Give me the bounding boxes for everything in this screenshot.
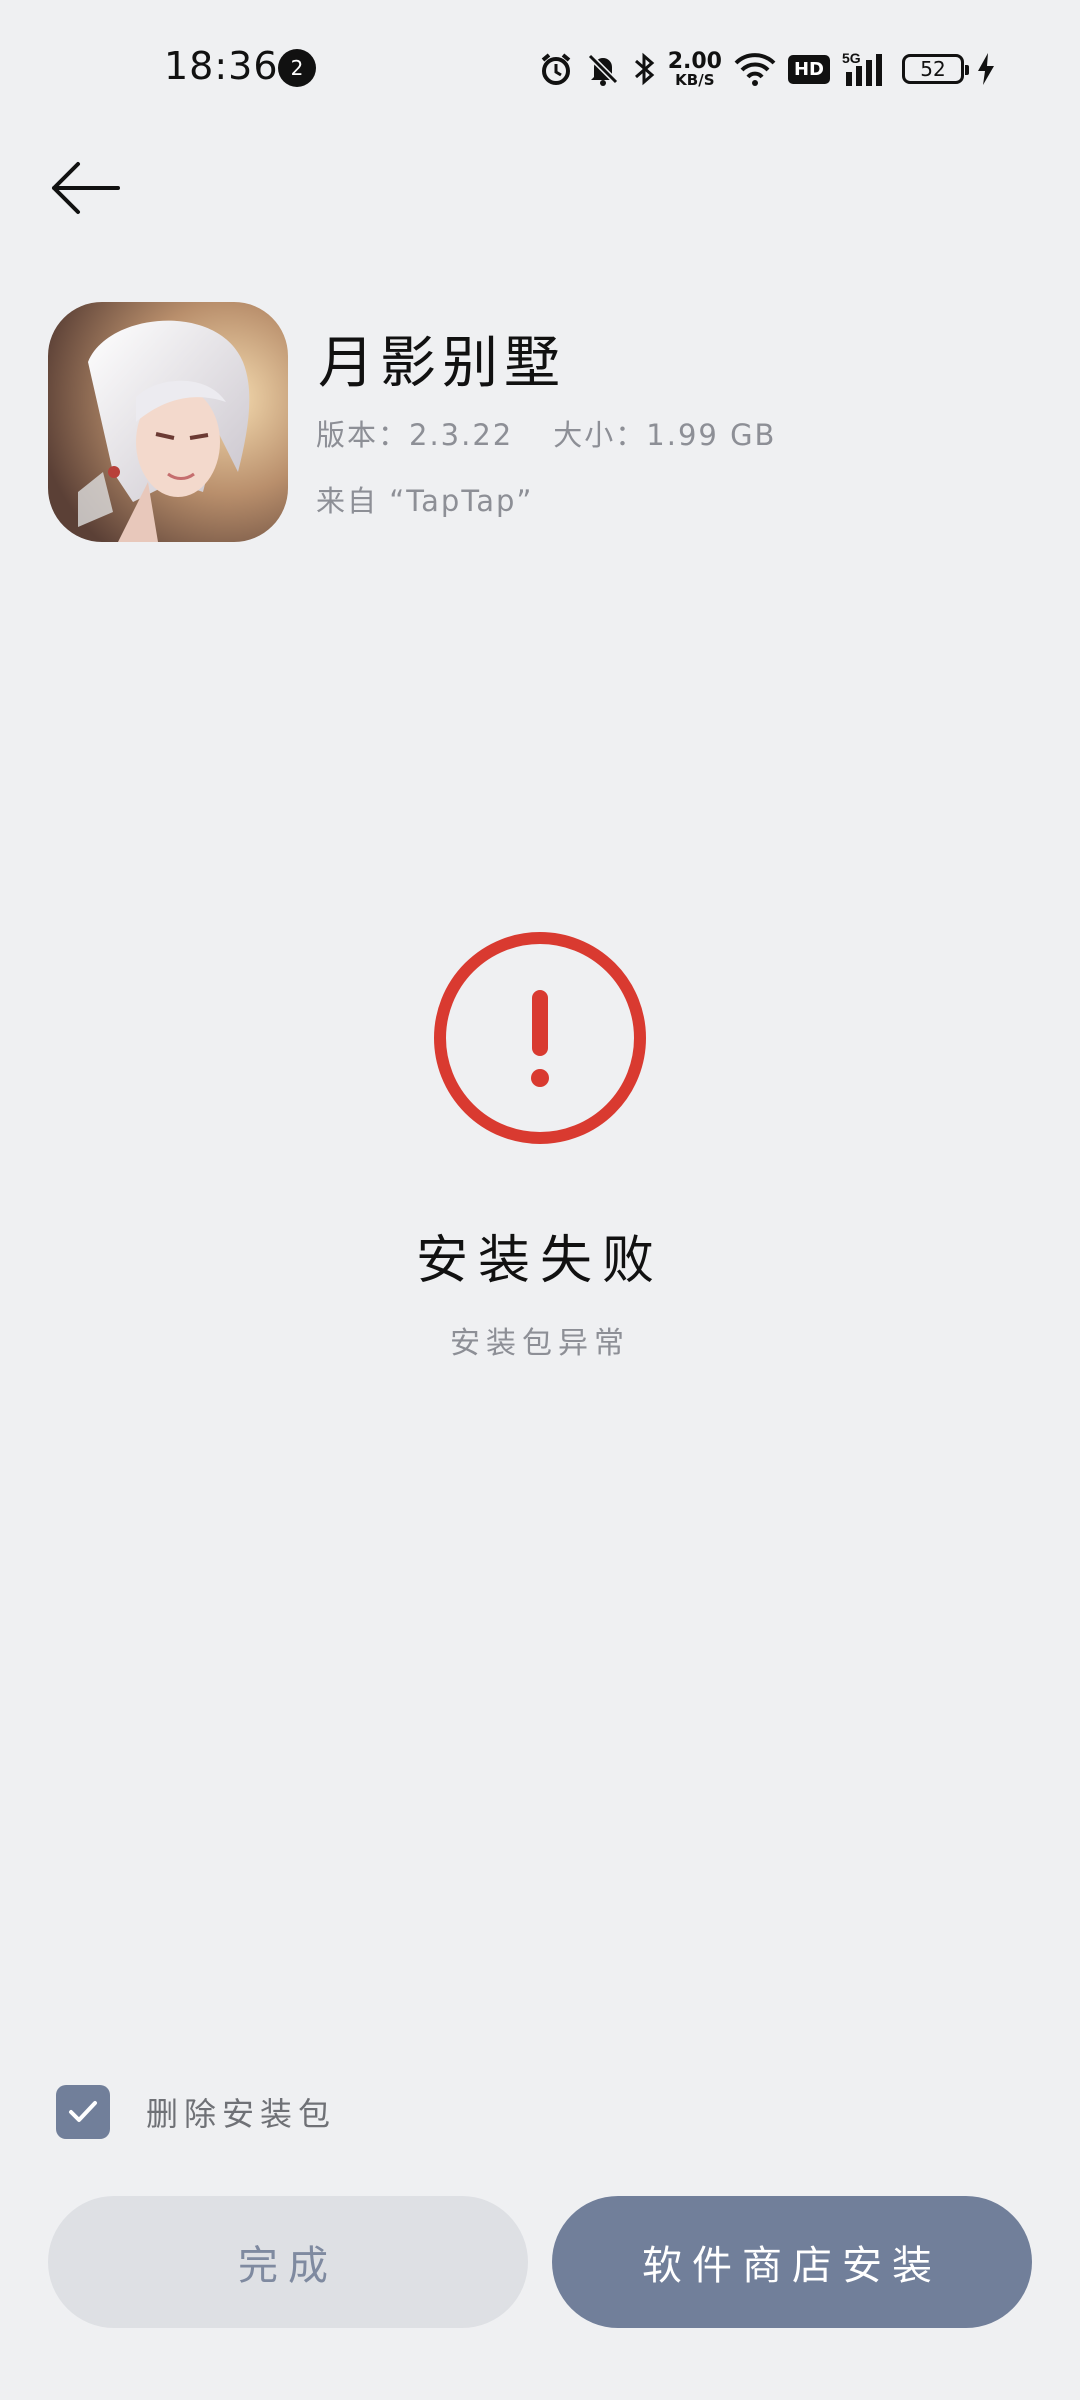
network-speed: 2.00 KB/S [667, 48, 722, 89]
app-meta: 版本：2.3.22 大小：1.99 GB [316, 412, 776, 454]
result-description: 安装包异常 [450, 1326, 630, 1361]
app-icon [48, 302, 288, 542]
app-source: 来自 “TapTap” [316, 484, 534, 518]
status-icons: 2.00 KB/S HD 5G 52 [538, 44, 996, 94]
delete-package-checkbox[interactable] [56, 2085, 110, 2139]
hd-badge: HD [787, 54, 830, 84]
checkmark-icon [69, 2101, 97, 2122]
done-button[interactable]: 完成 [48, 2196, 528, 2328]
store-install-button[interactable]: 软件商店安装 [552, 2196, 1032, 2328]
app-name: 月影别墅 [318, 331, 566, 396]
arrow-left-icon [52, 162, 120, 214]
battery-indicator: 52 [902, 54, 969, 84]
alarm-icon [538, 51, 574, 87]
exclamation-circle-icon [432, 930, 648, 1146]
mute-bell-icon [586, 51, 620, 87]
wifi-icon [734, 52, 776, 86]
svg-text:5G: 5G [842, 50, 861, 66]
charging-icon [976, 52, 996, 86]
size-label: 大小： [553, 418, 647, 452]
delete-package-option[interactable]: 删除安装包 [56, 2084, 336, 2140]
status-time: 18:36 [164, 44, 279, 88]
signal-5g-icon: 5G [842, 50, 890, 88]
delete-package-label: 删除安装包 [146, 2095, 337, 2133]
result-title: 安装失败 [415, 1231, 664, 1291]
back-button[interactable] [48, 158, 122, 218]
version-value: 2.3.22 [409, 418, 514, 452]
bluetooth-icon [632, 51, 656, 87]
version-label: 版本： [316, 418, 410, 452]
size-value: 1.99 GB [646, 418, 777, 452]
notification-count-badge: 2 [278, 49, 316, 87]
status-bar: 18:36 2 2.00 KB/S HD 5G 52 [0, 0, 1080, 140]
